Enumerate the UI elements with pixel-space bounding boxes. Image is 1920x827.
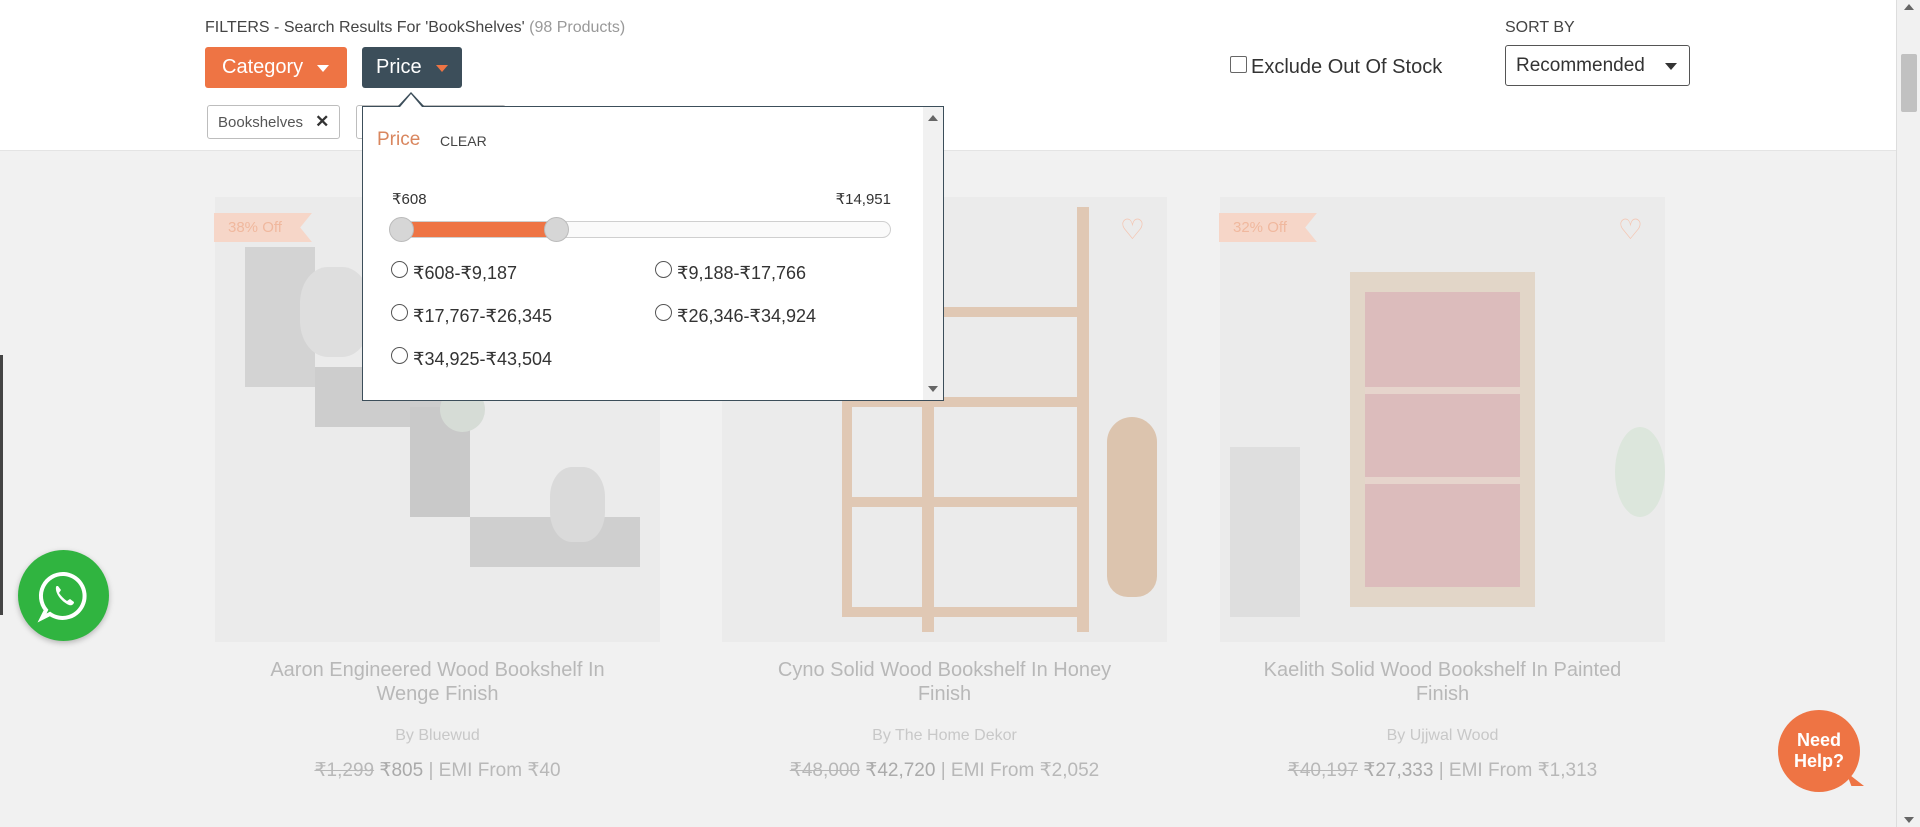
whatsapp-button[interactable] [18, 550, 109, 641]
heart-icon[interactable]: ♡ [1120, 213, 1145, 246]
side-edge [0, 355, 3, 615]
product-card[interactable]: 32% Off ♡ Kaelith Solid Wood Bookshelf I… [1219, 197, 1665, 787]
caret-down-icon [1665, 63, 1677, 70]
heart-icon[interactable]: ♡ [1618, 213, 1643, 246]
price-option-label: ₹26,346-₹34,924 [677, 306, 817, 326]
price-min-label: ₹608 [392, 191, 427, 208]
need-help-button[interactable]: Need Help? [1778, 710, 1860, 792]
price-option-label: ₹9,188-₹17,766 [677, 263, 806, 283]
product-count: (98 Products) [529, 19, 626, 36]
scroll-up-icon[interactable] [1904, 4, 1914, 10]
discount-badge: 38% Off [214, 213, 312, 242]
price-option[interactable]: ₹34,925-₹43,504 [391, 347, 553, 370]
sort-selected-value: Recommended [1516, 54, 1645, 76]
radio-button[interactable] [391, 304, 408, 321]
price-option[interactable]: ₹9,188-₹17,766 [655, 261, 806, 284]
caret-down-icon [435, 65, 448, 72]
close-icon[interactable]: ✕ [315, 112, 329, 132]
need-help-line2: Help? [1793, 751, 1844, 771]
price-range-fill [392, 222, 557, 237]
filters-title-text: FILTERS - Search Results For 'BookShelve… [205, 19, 525, 36]
exclude-out-of-stock-checkbox[interactable] [1230, 56, 1247, 73]
price-option[interactable]: ₹608-₹9,187 [391, 261, 517, 284]
price-option[interactable]: ₹17,767-₹26,345 [391, 304, 553, 327]
product-emi: | EMI From ₹1,313 [1438, 760, 1598, 781]
applied-filter-label: Bookshelves [218, 113, 304, 131]
price-filter-button[interactable]: Price [362, 47, 462, 88]
price-option-label: ₹17,767-₹26,345 [413, 306, 553, 326]
price-min-handle[interactable] [389, 217, 414, 242]
product-mrp: ₹48,000 [789, 760, 860, 781]
price-clear-button[interactable]: CLEAR [440, 133, 487, 149]
discount-badge: 32% Off [1219, 213, 1317, 242]
filters-title: FILTERS - Search Results For 'BookShelve… [205, 19, 625, 37]
product-sale-price: ₹805 [379, 760, 424, 781]
product-price: ₹48,000 ₹42,720 | EMI From ₹2,052 [722, 759, 1167, 782]
product-price: ₹1,299 ₹805 | EMI From ₹40 [215, 759, 660, 782]
category-filter-label: Category [222, 56, 304, 78]
scroll-down-icon[interactable] [928, 386, 938, 392]
product-name[interactable]: Cyno Solid Wood Bookshelf In Honey Finis… [752, 658, 1137, 706]
product-image[interactable] [1220, 197, 1665, 642]
scroll-up-icon[interactable] [928, 115, 938, 121]
price-max-label: ₹14,951 [835, 191, 891, 208]
product-emi: | EMI From ₹2,052 [940, 760, 1100, 781]
radio-button[interactable] [391, 261, 408, 278]
product-emi: | EMI From ₹40 [428, 760, 561, 781]
category-filter-button[interactable]: Category [205, 47, 347, 88]
price-range-slider[interactable] [391, 221, 891, 238]
price-max-handle[interactable] [544, 217, 569, 242]
price-panel-title: Price [377, 129, 421, 150]
chat-icon: Need Help? [1794, 730, 1844, 772]
scroll-down-icon[interactable] [1904, 817, 1914, 823]
caret-down-icon [317, 65, 330, 72]
radio-button[interactable] [655, 304, 672, 321]
product-sale-price: ₹27,333 [1363, 760, 1434, 781]
exclude-out-of-stock-label: Exclude Out Of Stock [1251, 56, 1443, 78]
price-filter-label: Price [376, 56, 422, 78]
product-brand[interactable]: By Bluewud [215, 727, 660, 745]
need-help-line1: Need [1796, 730, 1841, 750]
product-price: ₹40,197 ₹27,333 | EMI From ₹1,313 [1220, 759, 1665, 782]
product-sale-price: ₹42,720 [865, 760, 936, 781]
radio-button[interactable] [655, 261, 672, 278]
product-brand[interactable]: By Ujjwal Wood [1220, 727, 1665, 745]
price-option-label: ₹608-₹9,187 [413, 263, 517, 283]
price-option[interactable]: ₹26,346-₹34,924 [655, 304, 817, 327]
product-mrp: ₹1,299 [314, 760, 375, 781]
dropdown-pointer-inner [400, 94, 422, 107]
radio-button[interactable] [391, 347, 408, 364]
scrollbar-thumb[interactable] [1901, 54, 1917, 112]
panel-scrollbar[interactable] [923, 107, 943, 400]
product-brand[interactable]: By The Home Dekor [722, 727, 1167, 745]
product-name[interactable]: Kaelith Solid Wood Bookshelf In Painted … [1250, 658, 1635, 706]
filter-bar: FILTERS - Search Results For 'BookShelve… [0, 0, 1896, 151]
price-option-label: ₹34,925-₹43,504 [413, 349, 553, 369]
product-mrp: ₹40,197 [1287, 760, 1358, 781]
whatsapp-icon [37, 571, 87, 622]
sort-by-label: SORT BY [1505, 19, 1575, 36]
price-filter-panel: Price CLEAR ₹608 ₹14,951 ₹608-₹9,187 ₹9,… [362, 106, 944, 401]
applied-filter-chip: Bookshelves ✕ [207, 105, 341, 139]
sort-select[interactable]: Recommended [1505, 45, 1690, 86]
page-scrollbar[interactable] [1896, 0, 1920, 827]
exclude-out-of-stock-toggle[interactable]: Exclude Out Of Stock [1230, 56, 1442, 79]
product-name[interactable]: Aaron Engineered Wood Bookshelf In Wenge… [245, 658, 630, 706]
